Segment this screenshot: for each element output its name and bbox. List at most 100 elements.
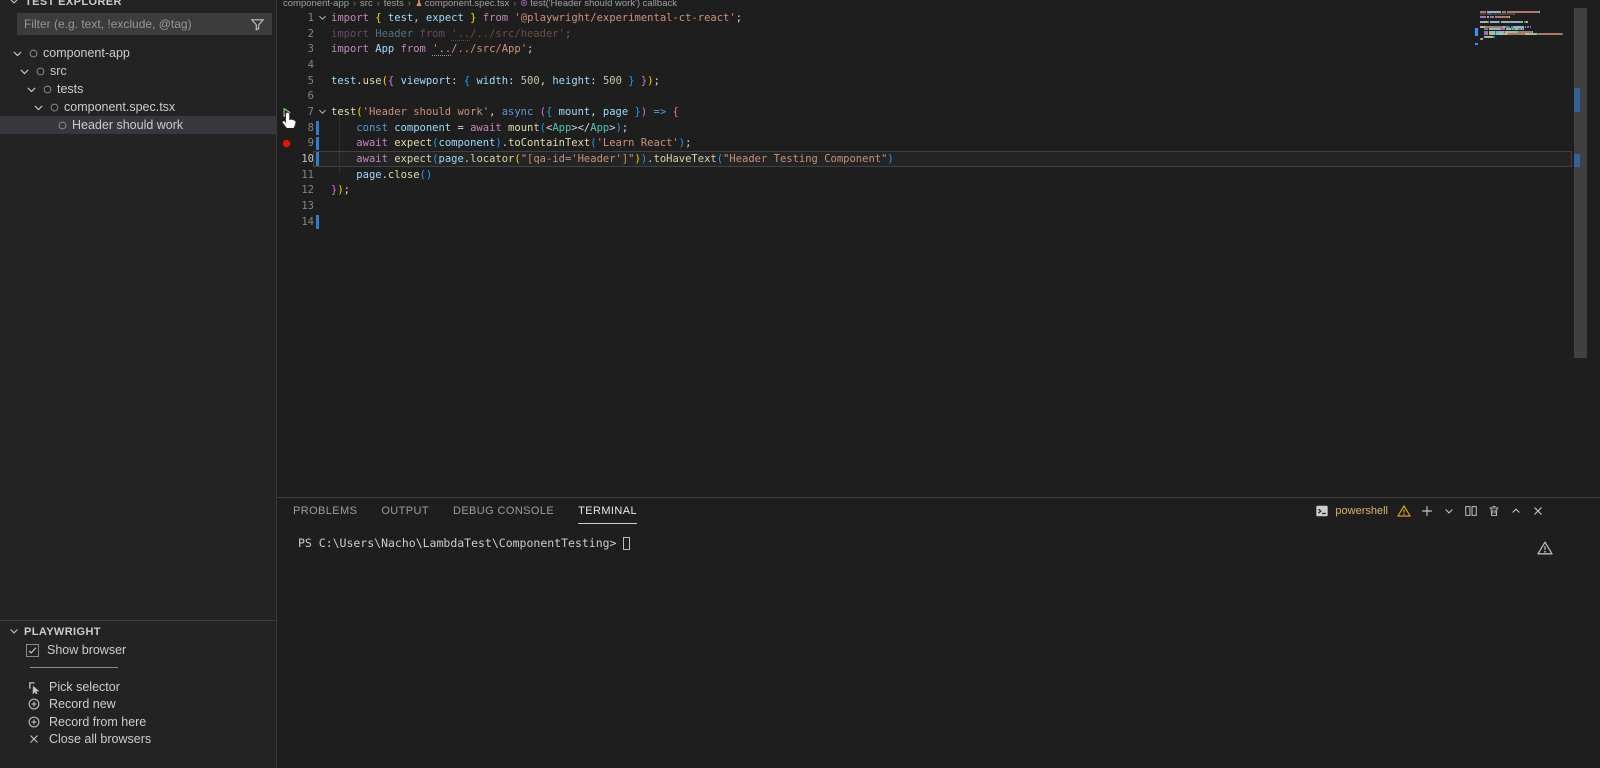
fold-chevron-icon[interactable]	[314, 106, 331, 117]
code-token: ;	[565, 28, 571, 40]
test-explorer-title: TEST EXPLORER	[25, 0, 122, 8]
gutter-decorations	[277, 73, 296, 89]
code-line-4[interactable]: 4	[277, 57, 1600, 73]
chevron-up-icon[interactable]	[1510, 505, 1522, 517]
breadcrumb-label: src	[360, 0, 373, 8]
bottom-panel: PROBLEMS OUTPUT DEBUG CONSOLE TERMINAL powe…	[277, 497, 1600, 768]
breadcrumb-label: test('Header should work') callback	[530, 0, 677, 8]
fold-chevron-icon[interactable]	[314, 12, 331, 23]
line-number: 11	[296, 169, 314, 181]
playwright-action-close-all-browsers[interactable]: Close all browsers	[0, 731, 276, 749]
code-line-3[interactable]: 3import App from '../../src/App';	[277, 41, 1600, 57]
record-here-icon	[27, 715, 41, 729]
breadcrumb-item[interactable]: test('Header should work') callback	[520, 0, 677, 8]
code-token: "[qa-id='Header']"	[521, 153, 635, 165]
code-line-2[interactable]: 2import Header from '../../src/header';	[277, 26, 1600, 42]
tree-item-src[interactable]: src	[0, 62, 276, 80]
line-number: 14	[296, 216, 314, 228]
code-token: import	[331, 12, 369, 24]
split-terminal-icon[interactable]	[1464, 504, 1478, 518]
playwright-action-pick-selector[interactable]: Pick selector	[0, 678, 276, 696]
code-token: mount	[559, 106, 591, 118]
warning-icon[interactable]	[1397, 504, 1411, 518]
breadcrumb-item[interactable]: component.spec.tsx	[415, 0, 510, 8]
breadcrumb-item[interactable]: tests	[384, 0, 404, 8]
code-token	[331, 153, 356, 165]
code-line-11[interactable]: 11 page.close()	[277, 167, 1600, 183]
editor-scrollbar[interactable]	[1574, 8, 1587, 358]
action-label: Record new	[49, 697, 116, 711]
code-line-14[interactable]: 14	[277, 214, 1600, 230]
gutter-decorations	[277, 57, 296, 73]
code-token: App	[552, 122, 571, 134]
code-token: App	[590, 122, 609, 134]
shell-label[interactable]: powershell	[1335, 505, 1388, 517]
playwright-action-record-from-here[interactable]: Record from here	[0, 713, 276, 731]
code-line-5[interactable]: 5test.use({ viewport: { width: 500, heig…	[277, 73, 1600, 89]
terminal-shell-icon[interactable]	[1315, 504, 1329, 518]
code-token: await	[356, 153, 388, 165]
code-token: ,	[540, 75, 553, 87]
code-token: expect	[394, 153, 432, 165]
code-line-10[interactable]: 10 await expect(page.locator("[qa-id='He…	[277, 151, 1600, 167]
gutter-decorations	[277, 41, 296, 57]
code-token: ;	[344, 184, 350, 196]
playwright-header[interactable]: PLAYWRIGHT	[0, 623, 276, 641]
playwright-action-record-new[interactable]: Record new	[0, 696, 276, 714]
divider	[30, 667, 118, 668]
gutter-decorations	[277, 120, 296, 136]
action-label: Record from here	[49, 715, 146, 729]
minimap[interactable]	[1480, 11, 1574, 46]
filter-icon[interactable]	[250, 17, 265, 32]
chevron-down-icon[interactable]	[1443, 505, 1455, 517]
code-line-9[interactable]: 9 await expect(component).toContainText(…	[277, 136, 1600, 152]
breadcrumb-separator: ›	[513, 0, 516, 8]
beaker-icon	[415, 0, 423, 7]
terminal-warning-icon[interactable]	[1537, 540, 1553, 561]
code-token: test	[331, 106, 356, 118]
code-token: ;	[685, 137, 691, 149]
tab-terminal[interactable]: TERMINAL	[578, 498, 637, 524]
breadcrumb-label: component.spec.tsx	[425, 0, 510, 8]
plus-icon[interactable]	[1420, 504, 1434, 518]
close-icon[interactable]	[1531, 504, 1545, 518]
code-token: ;	[527, 43, 533, 55]
tab-output[interactable]: OUTPUT	[381, 498, 429, 524]
code-line-7[interactable]: 7test('Header should work', async ({ mou…	[277, 104, 1600, 120]
sidebar: TEST EXPLORER component-appsrctestscompo…	[0, 0, 277, 768]
test-explorer-header[interactable]: TEST EXPLORER	[8, 0, 122, 8]
code-text: test('Header should work', async ({ moun…	[331, 106, 679, 118]
code-token: page	[439, 153, 464, 165]
code-token: test	[388, 12, 413, 24]
minimap-line	[1480, 43, 1574, 45]
code-line-8[interactable]: 8 const component = await mount(<App></A…	[277, 120, 1600, 136]
code-line-12[interactable]: 12});	[277, 183, 1600, 199]
code-line-13[interactable]: 13	[277, 198, 1600, 214]
code-token: :	[590, 75, 603, 87]
tree-item-component-spec-tsx[interactable]: component.spec.tsx	[0, 98, 276, 116]
breadcrumb-item[interactable]: src	[360, 0, 373, 8]
breadcrumb-item[interactable]: component-app	[283, 0, 349, 8]
tree-item-header-should-work[interactable]: Header should work	[0, 116, 276, 134]
trash-icon[interactable]	[1487, 504, 1501, 518]
tree-item-tests[interactable]: tests	[0, 80, 276, 98]
show-browser-checkbox[interactable]	[26, 644, 39, 657]
show-browser-row[interactable]: Show browser	[0, 641, 276, 659]
code-token: =	[451, 122, 470, 134]
code-line-1[interactable]: 1import { test, expect } from '@playwrig…	[277, 10, 1600, 26]
tab-debug-console[interactable]: DEBUG CONSOLE	[453, 498, 554, 524]
filter-input[interactable]	[17, 17, 250, 31]
code-token: async	[502, 106, 534, 118]
editor: component-app›src›tests›component.spec.t…	[277, 0, 1600, 497]
code-line-6[interactable]: 6	[277, 88, 1600, 104]
line-number: 9	[296, 137, 314, 149]
tree-item-component-app[interactable]: component-app	[0, 44, 276, 62]
tab-problems[interactable]: PROBLEMS	[293, 498, 357, 524]
test-tree: component-appsrctestscomponent.spec.tsxH…	[0, 44, 276, 134]
code-token: Header	[375, 28, 413, 40]
gutter-decorations	[277, 167, 296, 183]
line-number: 12	[296, 184, 314, 196]
code-token: component	[394, 122, 451, 134]
terminal[interactable]: PS C:\Users\Nacho\LambdaTest\ComponentTe…	[298, 536, 630, 550]
code-token: width	[476, 75, 508, 87]
